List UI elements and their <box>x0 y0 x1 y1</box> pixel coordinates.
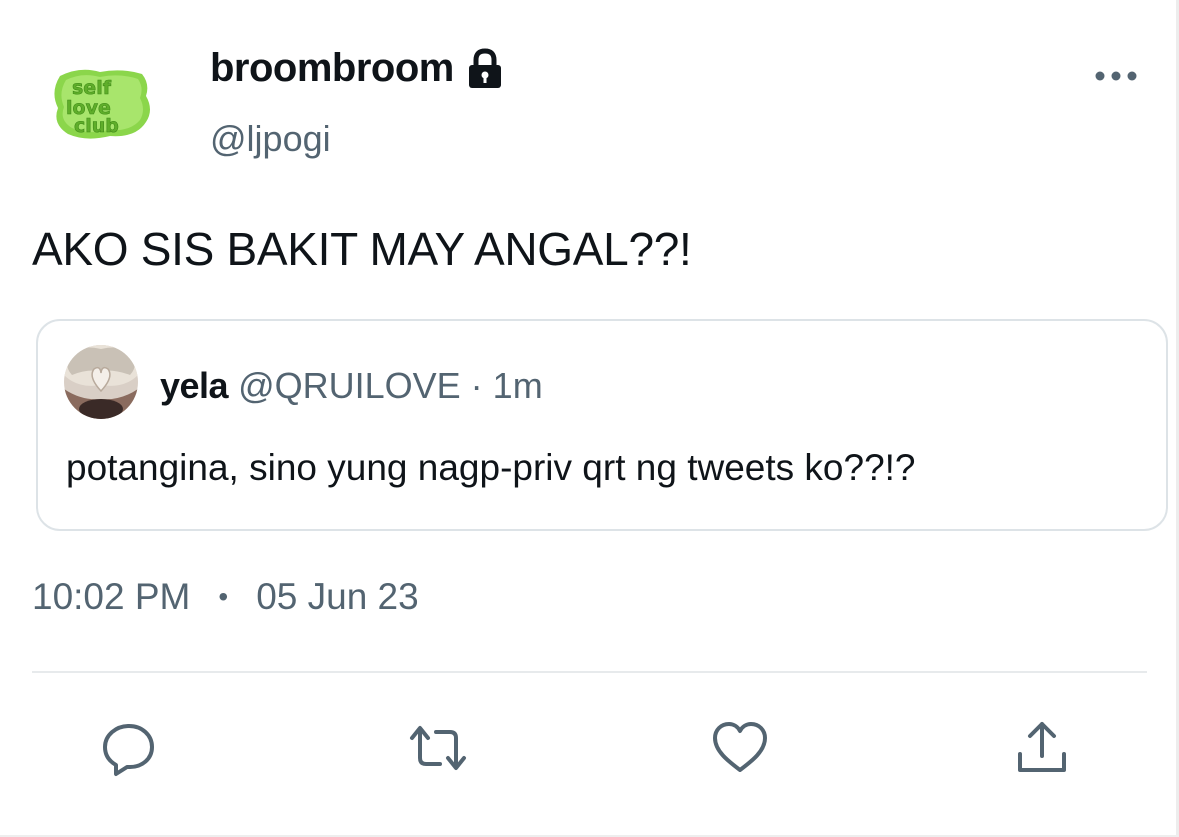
quoted-tweet-card[interactable]: yela @QRUILOVE · 1m potangina, sino yung… <box>36 319 1168 531</box>
author-display-name[interactable]: broombroom <box>210 46 504 91</box>
quoted-tweet-text: potangina, sino yung nagp-priv qrt ng tw… <box>66 447 916 488</box>
quoted-avatar[interactable] <box>64 345 138 419</box>
avatar-word-1: self <box>72 77 112 99</box>
quoted-header: yela @QRUILOVE · 1m <box>160 365 543 407</box>
more-options-button[interactable] <box>1092 58 1140 94</box>
self-love-club-logo: self love club <box>54 69 150 139</box>
reply-button[interactable] <box>97 716 161 780</box>
tweet-time[interactable]: 10:02 PM <box>32 576 190 618</box>
meta-separator: • <box>218 581 229 612</box>
avatar-word-3: club <box>74 115 119 137</box>
tweet-date[interactable]: 05 Jun 23 <box>256 576 419 618</box>
quoted-avatar-image <box>64 345 138 419</box>
quoted-separator: · <box>470 365 483 406</box>
author-avatar[interactable]: self love club <box>50 62 154 144</box>
share-button[interactable] <box>1010 716 1074 780</box>
retweet-icon <box>410 726 466 770</box>
reply-icon <box>103 724 154 776</box>
share-icon <box>1018 722 1066 772</box>
more-dots-icon <box>1095 71 1137 81</box>
lock-icon <box>466 47 504 90</box>
like-button[interactable] <box>708 716 772 780</box>
tweet-meta: 10:02 PM • 05 Jun 23 <box>32 576 419 618</box>
tweet-text: AKO SIS BAKIT MAY ANGAL??! <box>32 223 692 275</box>
like-icon <box>713 722 767 772</box>
quoted-display-name[interactable]: yela <box>160 365 229 407</box>
author-name-label: broombroom <box>210 46 454 90</box>
author-handle[interactable]: @ljpogi <box>210 118 331 160</box>
quoted-handle[interactable]: @QRUILOVE <box>238 365 461 407</box>
retweet-button[interactable] <box>406 716 470 780</box>
quoted-timestamp[interactable]: 1m <box>493 365 543 407</box>
divider <box>32 671 1147 673</box>
